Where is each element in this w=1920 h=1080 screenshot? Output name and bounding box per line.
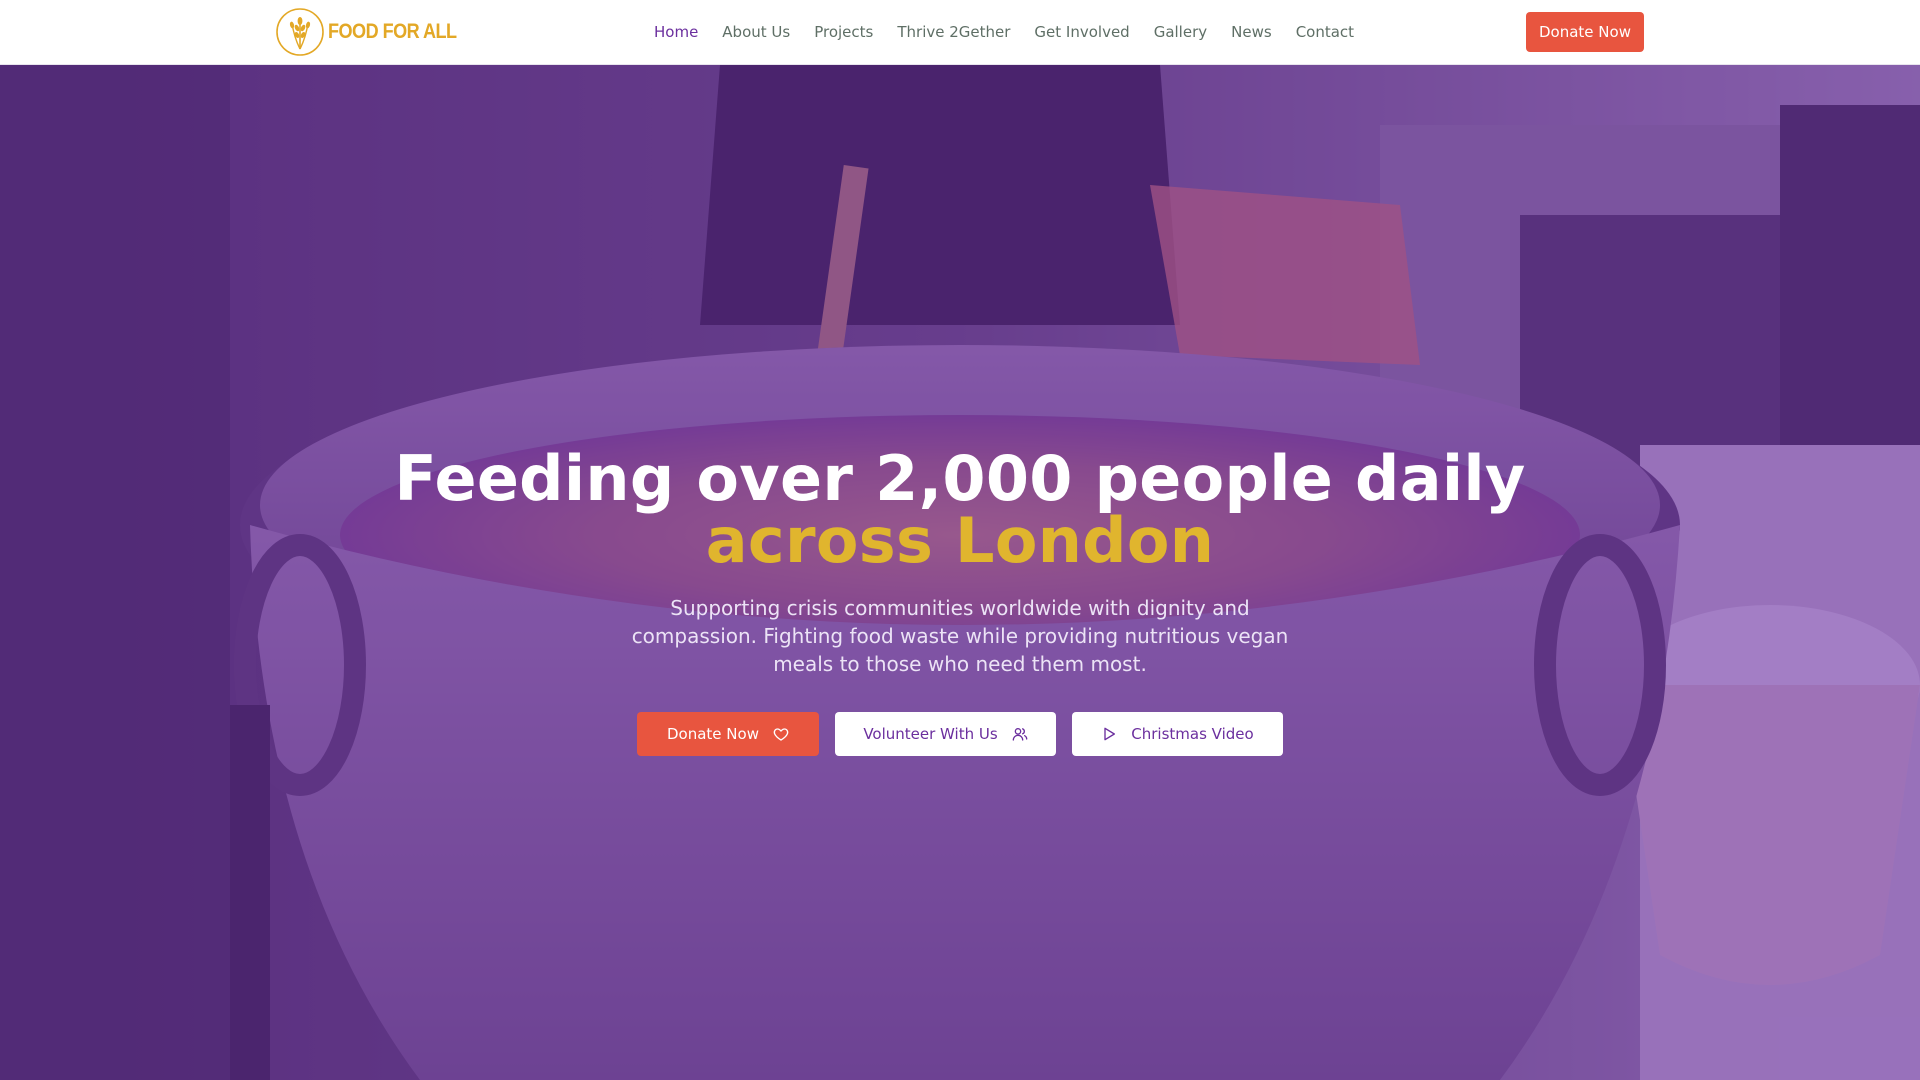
hero-video-label: Christmas Video (1131, 725, 1254, 743)
hero-content: Feeding over 2,000 people daily across L… (0, 65, 1920, 1080)
hero-donate-label: Donate Now (667, 725, 759, 743)
wheat-logo-icon (276, 8, 324, 56)
users-icon (1012, 728, 1028, 741)
main-nav: Home About Us Projects Thrive 2Gether Ge… (654, 0, 1354, 64)
nav-item-thrive-2gether[interactable]: Thrive 2Gether (897, 23, 1010, 41)
nav-item-about-us[interactable]: About Us (722, 23, 790, 41)
hero-subtitle: Supporting crisis communities worldwide … (631, 596, 1289, 676)
header-donate-button[interactable]: Donate Now (1526, 12, 1644, 52)
nav-item-gallery[interactable]: Gallery (1154, 23, 1207, 41)
logo-text: FOOD FOR ALL (328, 20, 457, 43)
hero-title-line1: Feeding over 2,000 people daily (394, 442, 1526, 515)
hero-video-button[interactable]: Christmas Video (1072, 712, 1283, 756)
nav-item-get-involved[interactable]: Get Involved (1034, 23, 1129, 41)
heart-icon (773, 728, 789, 741)
hero-donate-button[interactable]: Donate Now (637, 712, 819, 756)
site-header: FOOD FOR ALL Home About Us Projects Thri… (0, 0, 1920, 65)
logo[interactable]: FOOD FOR ALL (275, 7, 478, 57)
nav-item-news[interactable]: News (1231, 23, 1272, 41)
hero-cta-group: Donate Now Volunteer With Us Christmas V… (0, 712, 1920, 756)
hero-section: Feeding over 2,000 people daily across L… (0, 65, 1920, 1080)
hero-title-highlight: across London (705, 504, 1215, 577)
play-icon (1104, 727, 1116, 741)
hero-title: Feeding over 2,000 people daily across L… (0, 448, 1920, 572)
hero-volunteer-label: Volunteer With Us (863, 725, 998, 743)
nav-item-contact[interactable]: Contact (1296, 23, 1354, 41)
nav-item-home[interactable]: Home (654, 23, 698, 41)
nav-item-projects[interactable]: Projects (814, 23, 873, 41)
hero-volunteer-button[interactable]: Volunteer With Us (835, 712, 1056, 756)
